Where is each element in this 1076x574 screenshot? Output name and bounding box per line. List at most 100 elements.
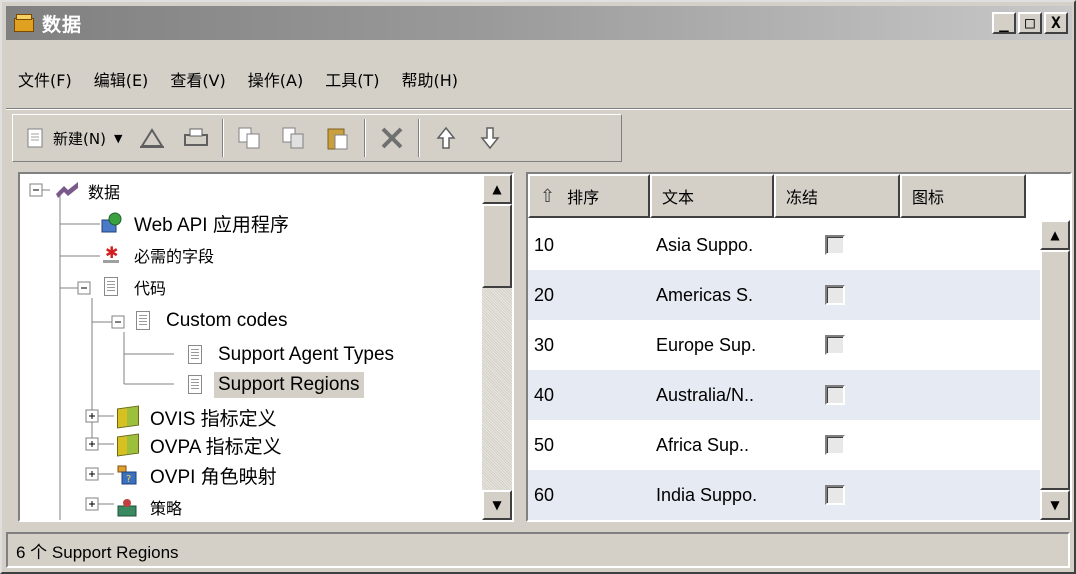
close-button[interactable]: X	[1044, 12, 1068, 34]
print-button[interactable]	[174, 118, 218, 158]
scroll-up-button[interactable]: ▲	[482, 174, 512, 204]
toolbar: 新建(N) ▼	[12, 114, 622, 162]
column-header-icon[interactable]: 图标	[900, 174, 1026, 218]
tree-item-ovpi[interactable]: ? OVPI 角色映射	[116, 460, 281, 490]
tree-item-ovis[interactable]: OVIS 指标定义	[116, 402, 281, 432]
database-icon	[54, 180, 78, 202]
tree-item-ovpa[interactable]: OVPA 指标定义	[116, 430, 286, 460]
table-row[interactable]: 10 Asia Suppo.	[528, 220, 1042, 270]
move-up-icon	[432, 124, 460, 152]
tree-view[interactable]: 数据 Web API 应用程序 ✱ 必需的字段 代码 Custom codes …	[18, 172, 514, 522]
cell-text: Americas S.	[656, 284, 754, 305]
menu-bar: 文件(F) 编辑(E) 查看(V) 操作(A) 工具(T) 帮助(H)	[6, 64, 468, 94]
menu-help[interactable]: 帮助(H)	[389, 67, 468, 91]
tree-item-label: 数据	[88, 183, 121, 202]
tree-item-custom-codes[interactable]: Custom codes	[132, 306, 291, 336]
tree-item-label: 代码	[134, 279, 167, 298]
document-icon	[184, 344, 206, 366]
title-bar[interactable]: 数据 _ □ X	[6, 6, 1072, 40]
status-bar: 6 个 Support Regions	[6, 532, 1070, 568]
table-row[interactable]: 20 Americas S.	[528, 270, 1042, 320]
new-button-label: 新建(N)	[53, 129, 106, 148]
book-icon	[116, 433, 139, 457]
minimize-button[interactable]: _	[992, 12, 1016, 34]
tree-item-label: OVPA 指标定义	[150, 436, 282, 458]
maximize-button[interactable]: □	[1018, 12, 1042, 34]
move-down-button[interactable]	[468, 118, 512, 158]
document-icon	[132, 310, 154, 332]
paste-icon	[324, 124, 352, 152]
tree-item-web-api[interactable]: Web API 应用程序	[100, 208, 293, 238]
table-row[interactable]: 60 India Suppo.	[528, 470, 1042, 520]
frozen-checkbox[interactable]	[825, 485, 845, 505]
erase-icon	[138, 124, 166, 152]
toolbar-separator	[418, 119, 421, 157]
frozen-checkbox[interactable]	[825, 385, 845, 405]
cell-order: 20	[534, 284, 555, 305]
scroll-thumb[interactable]	[1040, 250, 1070, 490]
required-field-icon: ✱	[100, 243, 122, 266]
frozen-checkbox[interactable]	[825, 235, 845, 255]
scroll-up-button[interactable]: ▲	[1040, 220, 1070, 250]
menu-edit[interactable]: 编辑(E)	[82, 67, 159, 91]
menu-action[interactable]: 操作(A)	[236, 67, 313, 91]
frozen-checkbox[interactable]	[825, 435, 845, 455]
column-header-label: 文本	[662, 188, 695, 207]
status-text: 6 个 Support Regions	[16, 542, 179, 562]
frozen-checkbox[interactable]	[825, 335, 845, 355]
tree-item-label: 必需的字段	[134, 247, 215, 266]
column-header-order[interactable]: ⇧ 排序	[528, 174, 650, 218]
move-up-button[interactable]	[424, 118, 468, 158]
database-icon	[12, 12, 38, 34]
tree-item-support-regions[interactable]: Support Regions	[184, 370, 364, 400]
cell-text: Asia Suppo.	[656, 234, 754, 255]
cell-order: 50	[534, 434, 555, 455]
cell-text: India Suppo.	[656, 484, 758, 505]
paste-button[interactable]	[316, 118, 360, 158]
chevron-down-icon[interactable]: ▼	[114, 132, 122, 145]
web-api-icon	[100, 212, 122, 234]
table-row[interactable]: 30 Europe Sup.	[528, 320, 1042, 370]
new-button[interactable]: 新建(N) ▼	[13, 118, 130, 158]
delete-button[interactable]	[370, 118, 414, 158]
table-row[interactable]: 40 Australia/N..	[528, 370, 1042, 420]
tree-item-label: Web API 应用程序	[134, 214, 289, 236]
cell-order: 30	[534, 334, 555, 355]
data-grid[interactable]: ⇧ 排序 文本 冻结 图标 10 Asia Suppo. 20 Americas…	[526, 172, 1072, 522]
column-header-label: 排序	[567, 188, 600, 207]
tree-item-support-agent-types[interactable]: Support Agent Types	[184, 340, 398, 370]
cell-order: 10	[534, 234, 555, 255]
column-header-text[interactable]: 文本	[650, 174, 774, 218]
panel-splitter[interactable]	[516, 172, 526, 522]
app-window: 数据 _ □ X 文件(F) 编辑(E) 查看(V) 操作(A) 工具(T) 帮…	[0, 0, 1076, 574]
tree-item-label: OVIS 指标定义	[150, 408, 277, 430]
menu-file[interactable]: 文件(F)	[6, 67, 82, 91]
tree-item-codes[interactable]: 代码	[100, 272, 170, 302]
column-header-frozen[interactable]: 冻结	[774, 174, 900, 218]
role-map-icon: ?	[116, 464, 138, 486]
toolbar-separator	[222, 119, 225, 157]
tree-item-required-fields[interactable]: ✱ 必需的字段	[100, 240, 218, 270]
tree-item-label: Support Agent Types	[218, 344, 395, 365]
tree-item-policy[interactable]: 策略	[116, 492, 186, 520]
scroll-down-button[interactable]: ▼	[482, 490, 512, 520]
erase-button[interactable]	[130, 118, 174, 158]
grid-scrollbar[interactable]: ▲ ▼	[1040, 220, 1070, 520]
table-row[interactable]: 50 Africa Sup..	[528, 420, 1042, 470]
copy-icon	[236, 124, 264, 152]
menu-tools[interactable]: 工具(T)	[313, 67, 389, 91]
toolbar-separator	[364, 119, 367, 157]
sort-ascending-icon: ⇧	[540, 185, 556, 207]
scroll-thumb[interactable]	[482, 204, 512, 288]
scroll-down-button[interactable]: ▼	[1040, 490, 1070, 520]
tree-scrollbar[interactable]: ▲ ▼	[482, 174, 512, 520]
copy-button[interactable]	[228, 118, 272, 158]
frozen-checkbox[interactable]	[825, 285, 845, 305]
tree-item-root[interactable]: 数据	[54, 176, 124, 206]
tree-item-label: 策略	[150, 499, 183, 518]
duplicate-button[interactable]	[272, 118, 316, 158]
cell-order: 40	[534, 384, 555, 405]
policy-icon	[116, 496, 138, 518]
menu-view[interactable]: 查看(V)	[158, 67, 235, 91]
new-icon	[21, 124, 49, 152]
